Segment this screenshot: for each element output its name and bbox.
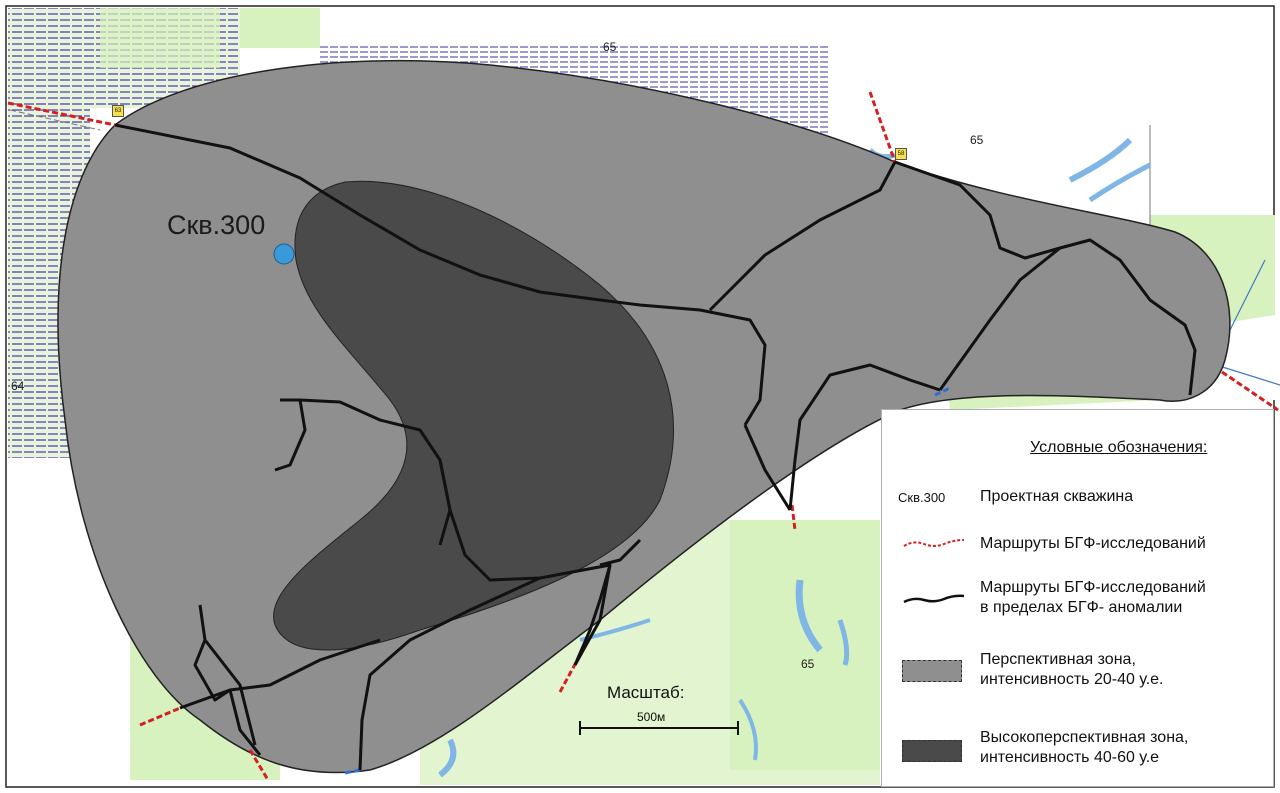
legend-perspective-swatch (902, 660, 962, 682)
elevation-label-65-top: 65 (603, 40, 617, 54)
legend-well-symbol: Скв.300 (898, 490, 946, 505)
legend-panel: Условные обозначения: Скв.300 Проектная … (881, 409, 1274, 787)
elevation-label-65-right: 65 (970, 133, 984, 147)
well-marker[interactable] (273, 243, 295, 265)
legend-perspective-label: Перспективная зона, интенсивность 20-40 … (980, 651, 1164, 688)
well-label: Скв.300 (167, 210, 266, 240)
legend-routes-black-swatch (903, 594, 965, 604)
legend-high-perspective-label: Высокоперспективная зона, интенсивность … (980, 729, 1189, 766)
legend-routes-label: Маршруты БГФ-исследований (980, 535, 1206, 552)
legend-routes-red-swatch (903, 539, 965, 547)
legend-high-perspective-swatch (902, 740, 962, 762)
elevation-label-64: 64 (11, 379, 25, 393)
map-viewport: Скв.300 65 65 64 65 63 58 Масштаб: 500м … (0, 0, 1280, 793)
elevation-label-65-bottom: 65 (801, 657, 815, 671)
road-tag-58: 58 (895, 148, 907, 160)
scale-label: 500м (637, 710, 666, 724)
legend-well-label: Проектная скважина (980, 488, 1134, 505)
legend-title: Условные обозначения: (1030, 439, 1208, 456)
road-tag-63: 63 (112, 105, 124, 117)
legend-routes-anomaly-label: Маршруты БГФ-исследований в пределах БГФ… (980, 579, 1206, 616)
scale-title: Масштаб: (607, 683, 685, 702)
